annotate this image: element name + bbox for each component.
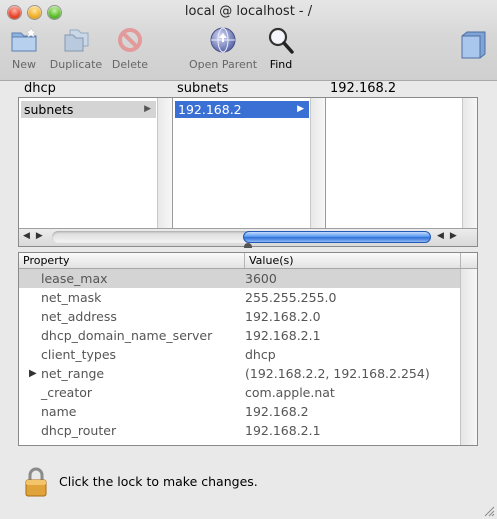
table-row[interactable]: dhcp_domain_name_server 192.168.2.1 <box>19 326 460 345</box>
property-cell: _creator <box>41 385 93 400</box>
value-cell: 192.168.2.1 <box>245 328 321 343</box>
find-button[interactable]: Find <box>262 26 300 71</box>
value-cell: (192.168.2.2, 192.168.2.254) <box>245 366 430 381</box>
duplicate-icon <box>61 26 91 54</box>
folder-icon <box>458 28 488 59</box>
column-scrollbar[interactable] <box>157 98 172 228</box>
lock-button[interactable] <box>24 466 48 500</box>
column-headers: dhcp subnets 192.168.2 <box>0 81 497 97</box>
open-parent-label: Open Parent <box>188 58 258 71</box>
toggle-toolbar-button[interactable] <box>457 28 489 59</box>
table-row[interactable]: ▶ net_range (192.168.2.2, 192.168.2.254) <box>19 364 460 383</box>
property-table[interactable]: Property Value(s) lease_max 3600 net_mas… <box>18 252 478 446</box>
browser-column-3[interactable] <box>326 98 477 228</box>
table-body: lease_max 3600 net_mask 255.255.255.0 ne… <box>19 269 460 440</box>
window-title: local @ localhost - / <box>184 4 313 19</box>
delete-icon <box>115 26 145 54</box>
netinfo-manager-window: local @ localhost - / New Duplicate Dele… <box>0 0 497 519</box>
scroll-left-right-arrows-icon[interactable]: ◀▶ <box>23 231 49 241</box>
duplicate-button[interactable]: Duplicate <box>46 26 106 71</box>
value-cell: 192.168.2 <box>245 404 309 419</box>
disclosure-arrow-icon: ▶ <box>297 104 304 114</box>
column-header-corner <box>460 253 477 268</box>
column-header-3: 192.168.2 <box>330 81 397 96</box>
column-header-values[interactable]: Value(s) <box>244 253 294 268</box>
split-view-handle[interactable] <box>244 243 252 248</box>
property-cell: client_types <box>41 347 117 362</box>
delete-button[interactable]: Delete <box>108 26 152 71</box>
find-label: Find <box>269 58 293 71</box>
property-cell: net_address <box>41 309 117 324</box>
lock-message: Click the lock to make changes. <box>59 474 258 489</box>
table-vertical-scrollbar[interactable] <box>460 269 477 445</box>
browser-column-1[interactable]: subnets ▶ <box>19 98 173 228</box>
browser-item-label: 192.168.2 <box>178 102 242 117</box>
table-row[interactable]: dhcp_router 192.168.2.1 <box>19 421 460 440</box>
value-cell: 255.255.255.0 <box>245 290 337 305</box>
value-cell: 192.168.2.1 <box>245 423 321 438</box>
toolbar: New Duplicate Delete Open Parent Find <box>0 26 497 78</box>
browser-column-2[interactable]: 192.168.2 ▶ <box>173 98 326 228</box>
property-cell: net_mask <box>41 290 102 305</box>
duplicate-label: Duplicate <box>49 58 103 71</box>
new-label: New <box>12 58 36 71</box>
new-folder-icon <box>9 26 39 54</box>
property-cell: lease_max <box>41 271 108 286</box>
column-browser: subnets ▶ 192.168.2 ▶ ◀▶ ◀▶ <box>18 97 478 247</box>
table-row[interactable]: client_types dhcp <box>19 345 460 364</box>
scroll-thumb[interactable] <box>243 231 431 243</box>
value-cell: dhcp <box>245 347 276 362</box>
resize-grip-icon[interactable] <box>483 505 495 517</box>
column-header-1: dhcp <box>24 81 56 96</box>
table-row[interactable]: name 192.168.2 <box>19 402 460 421</box>
value-cell: com.apple.nat <box>245 385 335 400</box>
disclosure-arrow-icon: ▶ <box>144 104 151 114</box>
table-row[interactable]: _creator com.apple.nat <box>19 383 460 402</box>
globe-icon <box>208 26 238 54</box>
value-cell: 3600 <box>245 271 277 286</box>
property-cell: dhcp_router <box>41 423 117 438</box>
column-header-2: subnets <box>177 81 229 96</box>
property-cell: net_range <box>41 366 105 381</box>
property-cell: dhcp_domain_name_server <box>41 328 213 343</box>
table-row[interactable]: lease_max 3600 <box>19 269 460 288</box>
lock-icon[interactable] <box>24 466 48 498</box>
browser-item-label: subnets <box>24 102 74 117</box>
property-cell: name <box>41 404 77 419</box>
value-cell: 192.168.2.0 <box>245 309 321 324</box>
table-row[interactable]: net_address 192.168.2.0 <box>19 307 460 326</box>
browser-item-192-168-2[interactable]: 192.168.2 ▶ <box>175 101 309 118</box>
column-scrollbar[interactable] <box>462 98 477 228</box>
table-header: Property Value(s) <box>19 253 477 269</box>
disclosure-triangle-icon[interactable]: ▶ <box>29 364 37 383</box>
magnifier-icon <box>266 26 296 54</box>
open-parent-button[interactable]: Open Parent <box>185 26 261 71</box>
column-header-property[interactable]: Property <box>23 254 70 267</box>
scroll-left-right-arrows-icon[interactable]: ◀▶ <box>437 231 463 241</box>
column-scrollbar[interactable] <box>310 98 325 228</box>
browser-item-subnets[interactable]: subnets ▶ <box>21 101 156 118</box>
delete-label: Delete <box>111 58 149 71</box>
title-toolbar-area: local @ localhost - / New Duplicate Dele… <box>0 0 497 81</box>
table-row[interactable]: net_mask 255.255.255.0 <box>19 288 460 307</box>
new-button[interactable]: New <box>8 26 40 71</box>
